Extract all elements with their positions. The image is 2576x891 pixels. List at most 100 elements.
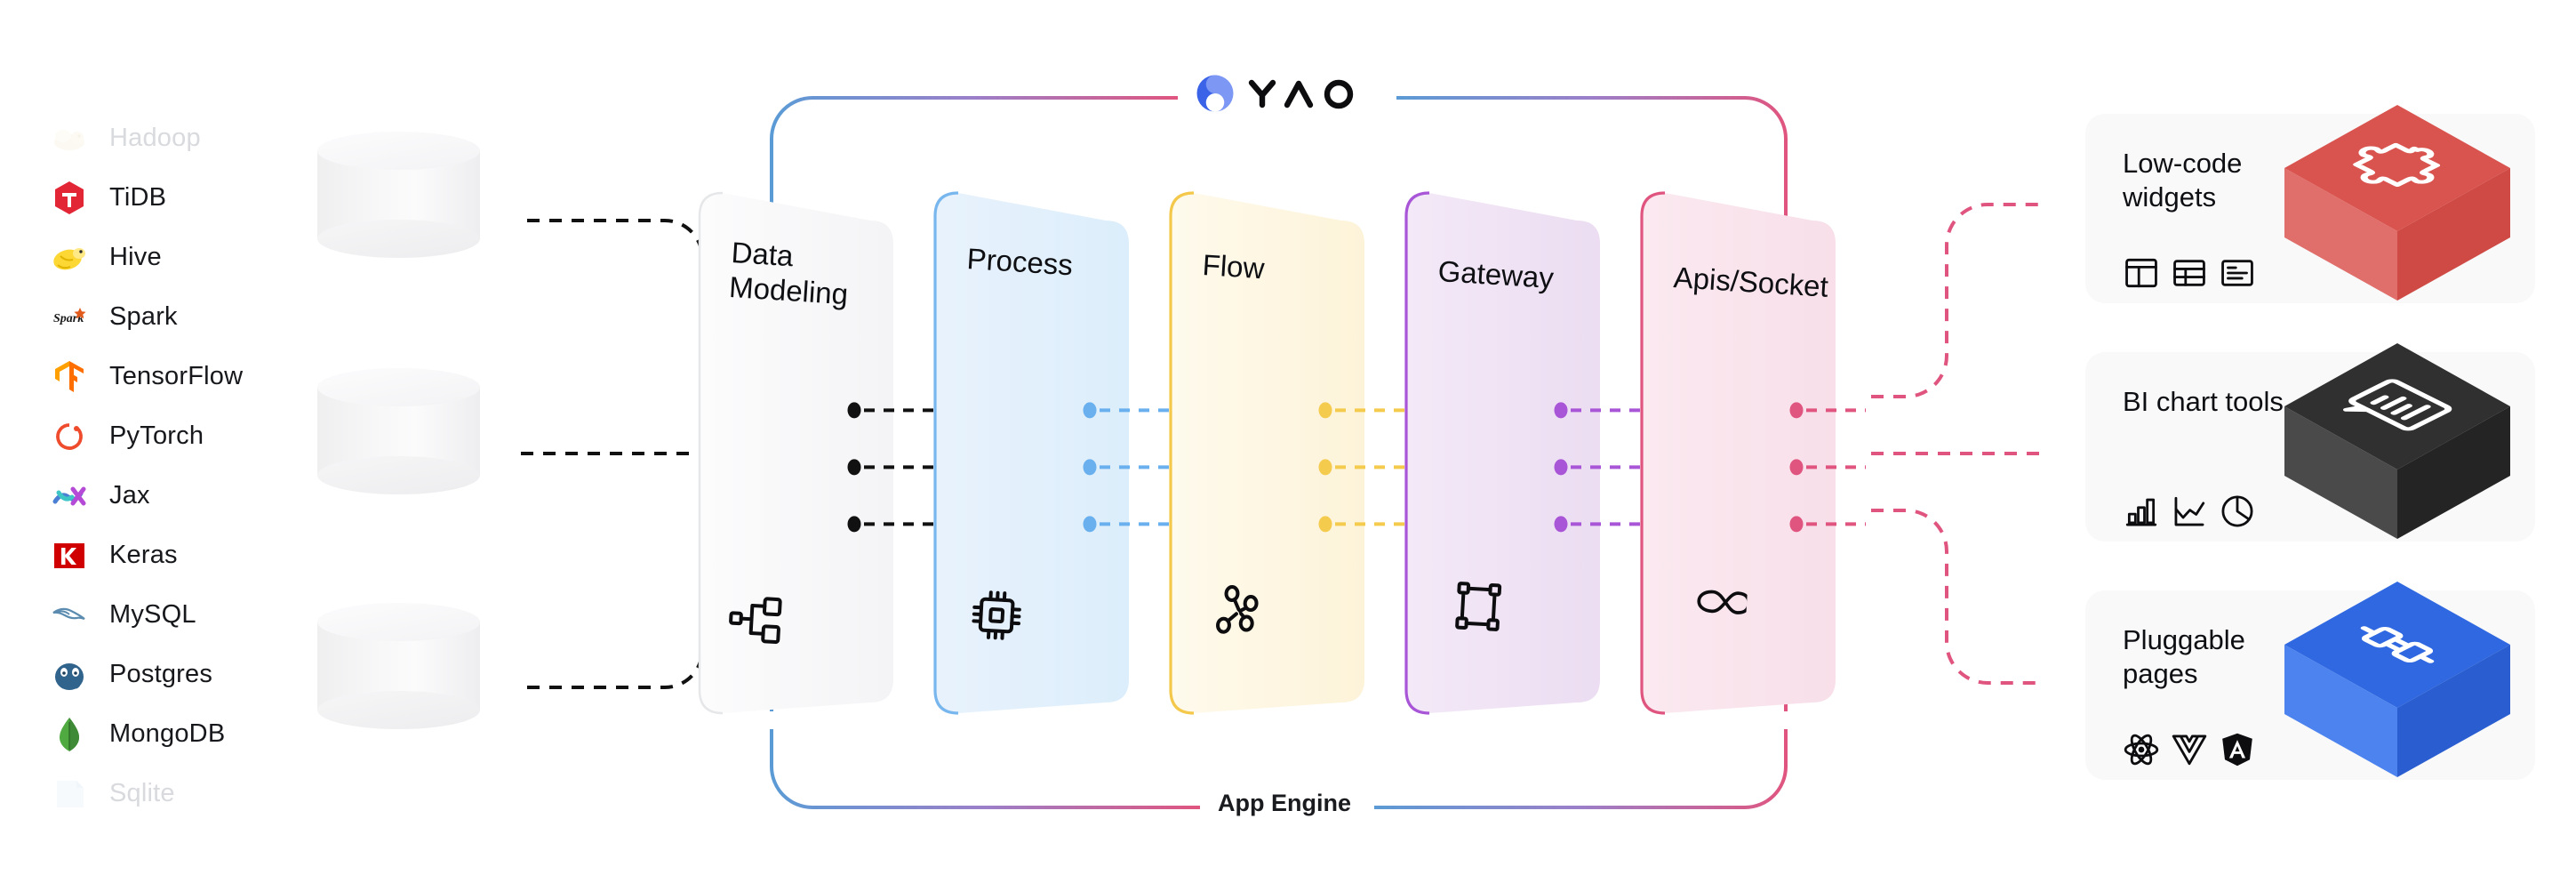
pie-chart-icon [2221, 495, 2253, 527]
panel-connector-dot [1318, 402, 1332, 419]
tech-item-label: Hadoop [109, 124, 201, 152]
vue-icon [2172, 734, 2207, 766]
tech-item-keras[interactable]: Keras [49, 526, 316, 585]
hadoop-icon [54, 129, 84, 150]
tech-item-label: Jax [109, 481, 150, 510]
tech-item-label: Spark [109, 302, 178, 331]
mysql-icon [49, 595, 90, 636]
tech-item-label: Sqlite [109, 779, 175, 807]
layout-panels-icon[interactable] [2123, 254, 2160, 296]
isometric-box [2284, 343, 2510, 539]
vue-icon[interactable] [2171, 731, 2208, 773]
panel-connector-dot [847, 516, 861, 533]
hierarchy-icon [726, 590, 785, 653]
artboard-frame-icon [1449, 577, 1508, 639]
database-cylinder [317, 132, 480, 258]
table-grid-icon [2173, 260, 2205, 286]
tech-item-mysql[interactable]: MySQL [49, 585, 316, 645]
pie-chart-icon[interactable] [2219, 493, 2256, 534]
tech-item-label: MongoDB [109, 719, 226, 748]
output-card-box [2281, 578, 2514, 785]
output-card-box [2281, 340, 2514, 547]
pytorch-icon [56, 422, 83, 450]
infinity-icon [1697, 590, 1751, 614]
panel-connector-dot [1083, 516, 1097, 533]
panel-title: Process [965, 242, 1074, 282]
infinity-icon [1690, 573, 1751, 635]
form-list-icon [2221, 260, 2253, 286]
panel-connector-dot [1318, 459, 1332, 476]
panel-connector-dot [1554, 402, 1568, 419]
tensorflow-icon [55, 360, 84, 392]
tech-item-spark[interactable]: Spark Spark [49, 287, 316, 347]
tech-item-label: Keras [109, 541, 178, 569]
output-card[interactable]: Low-code widgets [2085, 105, 2535, 303]
angular-icon[interactable] [2219, 731, 2256, 773]
panel-connector-dot [1083, 459, 1097, 476]
line-chart-icon[interactable] [2171, 493, 2208, 534]
tech-item-label: Hive [109, 243, 162, 271]
artboard-frame-icon [1455, 582, 1502, 631]
jax-icon [49, 476, 90, 517]
cylinder-bottom [317, 220, 480, 258]
database-cylinder [317, 368, 480, 494]
tech-item-tensorflow[interactable]: TensorFlow [49, 347, 316, 406]
mongodb-icon [60, 717, 79, 751]
output-card[interactable]: Pluggable pages [2085, 582, 2535, 780]
app-engine-label: App Engine [1204, 790, 1365, 817]
panel-title: Gateway [1436, 254, 1555, 295]
keras-icon [49, 535, 90, 576]
database-cylinder [317, 603, 480, 729]
react-icon [2124, 734, 2159, 766]
output-card-icons [2123, 493, 2256, 534]
jax-icon [52, 486, 86, 505]
tech-item-label: Postgres [109, 660, 213, 688]
tech-item-mongodb[interactable]: MongoDB [49, 704, 316, 764]
output-card-icons [2123, 731, 2256, 773]
output-card[interactable]: BI chart tools [2085, 343, 2535, 542]
tensorflow-icon [49, 357, 90, 397]
spark-icon: Spark [49, 297, 90, 338]
panel-connector-dot [1083, 402, 1097, 419]
cpu-chip-icon [972, 590, 1021, 640]
share-nodes-icon [1216, 585, 1259, 634]
tech-item-postgres[interactable]: Postgres [49, 645, 316, 704]
tech-item-hadoop[interactable]: Hadoop [49, 108, 316, 168]
yao-wordmark [1248, 79, 1354, 109]
spark-icon: Spark [53, 307, 86, 325]
panel-connector-dot [1554, 516, 1568, 533]
postgres-icon [55, 662, 84, 690]
cylinder-top [317, 368, 480, 406]
yao-mark-icon [1196, 75, 1234, 112]
tech-item-label: TiDB [109, 183, 167, 212]
panel-connector-dot [847, 402, 861, 419]
table-grid-icon[interactable] [2171, 254, 2208, 296]
tech-item-pytorch[interactable]: PyTorch [49, 406, 316, 466]
hive-icon [49, 237, 90, 278]
share-nodes-icon [1208, 582, 1267, 644]
panel-connector-dot [1789, 516, 1804, 533]
cylinder-bottom [317, 456, 480, 494]
react-icon[interactable] [2123, 731, 2160, 773]
output-card-box [2281, 101, 2514, 309]
panel-connector-dot [1789, 402, 1804, 419]
output-card-icons [2123, 254, 2256, 296]
hadoop-icon [49, 118, 90, 159]
cylinder-bottom [317, 691, 480, 729]
tech-item-tidb[interactable]: TiDB [49, 168, 316, 228]
tech-item-label: MySQL [109, 600, 196, 629]
tech-item-sqlite[interactable]: Sqlite [49, 764, 316, 823]
bar-chart-icon [2125, 498, 2157, 526]
tech-item-hive[interactable]: Hive [49, 228, 316, 287]
tidb-icon [55, 181, 84, 214]
sqlite-icon [49, 774, 90, 815]
panel-connector-dot [1554, 459, 1568, 476]
isometric-box [2284, 582, 2510, 777]
tech-item-label: TensorFlow [109, 362, 244, 390]
tech-item-jax[interactable]: Jax [49, 466, 316, 526]
bar-chart-icon[interactable] [2123, 493, 2160, 534]
hive-icon [53, 247, 85, 269]
yao-logo [1181, 69, 1375, 117]
form-list-icon[interactable] [2219, 254, 2256, 296]
panel-connector-dot [1789, 459, 1804, 476]
